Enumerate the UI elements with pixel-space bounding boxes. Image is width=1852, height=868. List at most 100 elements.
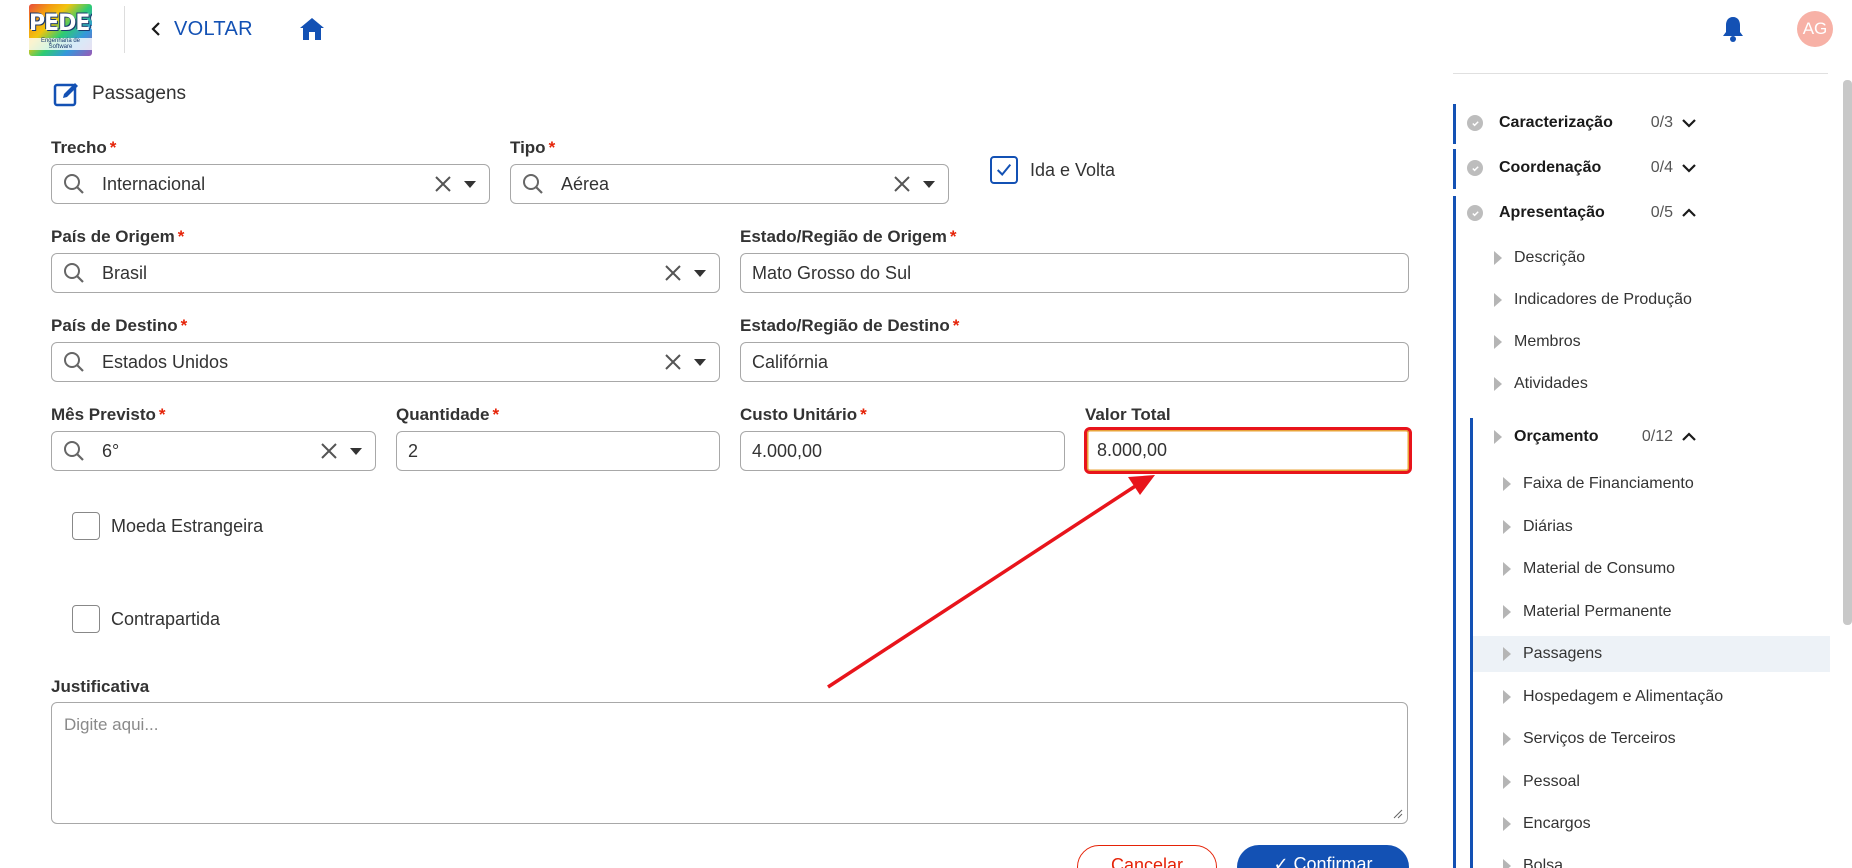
caret-right-icon <box>1503 732 1511 746</box>
sidebar-section-count: 0/5 <box>1650 204 1673 221</box>
trecho-value: Internacional <box>102 173 206 194</box>
custo-unitario-label: Custo Unitário * <box>740 405 867 424</box>
pais-origem-label: País de Origem * <box>51 227 185 246</box>
notifications-button[interactable] <box>1720 15 1746 43</box>
caret-right-icon <box>1494 251 1502 265</box>
estado-origem-value: Mato Grosso do Sul <box>752 262 912 283</box>
sidebar-section-count: 0/4 <box>1650 159 1673 176</box>
estado-origem-input[interactable]: Mato Grosso do Sul <box>740 253 1409 293</box>
sidebar-indicator <box>1453 104 1456 144</box>
caret-down-icon[interactable] <box>922 177 936 191</box>
sidebar-item-label: Material de Consumo <box>1523 560 1676 577</box>
quantidade-value: 2 <box>408 440 419 461</box>
sidebar-item-label: Encargos <box>1523 815 1591 832</box>
sidebar-item-bolsa[interactable]: Bolsa <box>1503 848 1783 868</box>
header-divider <box>124 6 125 53</box>
sidebar-item-servicos-terceiros[interactable]: Serviços de Terceiros <box>1503 721 1783 757</box>
sidebar-item-label: Bolsa <box>1523 857 1564 868</box>
sidebar-section-apresentacao[interactable]: Apresentação 0/5 <box>1467 193 1697 233</box>
moeda-estrangeira-label: Moeda Estrangeira <box>111 516 264 536</box>
sidebar-section-coordenacao[interactable]: Coordenação 0/4 <box>1467 148 1697 188</box>
edit-icon <box>53 83 78 107</box>
back-button[interactable]: VOLTAR <box>148 16 253 42</box>
mes-previsto-label: Mês Previsto * <box>51 405 166 424</box>
caret-right-icon <box>1494 430 1502 444</box>
mes-previsto-value: 6° <box>102 440 120 461</box>
search-icon <box>64 174 84 194</box>
sidebar-item-indicadores[interactable]: Indicadores de Produção <box>1494 282 1734 318</box>
sidebar-item-diarias[interactable]: Diárias <box>1503 509 1783 545</box>
chevron-down-icon <box>1682 119 1696 128</box>
resize-grip-icon[interactable] <box>1393 809 1403 819</box>
mes-previsto-select[interactable]: 6° <box>51 431 376 471</box>
bell-icon <box>1723 17 1743 42</box>
search-icon <box>523 174 543 194</box>
caret-down-icon[interactable] <box>349 444 363 458</box>
quantidade-input[interactable]: 2 <box>396 431 720 471</box>
sidebar-item-material-consumo[interactable]: Material de Consumo <box>1503 551 1783 587</box>
custo-unitario-value: 4.000,00 <box>752 440 823 461</box>
justificativa-textarea[interactable]: Digite aqui... <box>51 702 1408 824</box>
estado-destino-input[interactable]: Califórnia <box>740 342 1409 382</box>
sidebar-item-orcamento[interactable]: Orçamento 0/12 <box>1494 419 1697 455</box>
sidebar-item-membros[interactable]: Membros <box>1494 324 1734 360</box>
sidebar-item-atividades[interactable]: Atividades <box>1494 366 1734 402</box>
sidebar-item-label: Membros <box>1514 333 1581 350</box>
quantidade-label: Quantidade * <box>396 405 500 424</box>
sidebar-item-hospedagem[interactable]: Hospedagem e Alimentação <box>1503 679 1783 715</box>
sidebar-section-caracterizacao[interactable]: Caracterização 0/3 <box>1467 103 1697 143</box>
trecho-label: Trecho * <box>51 138 117 157</box>
caret-right-icon <box>1503 859 1511 868</box>
sidebar-item-label: Faixa de Financiamento <box>1523 475 1694 492</box>
estado-destino-label: Estado/Região de Destino * <box>740 316 960 335</box>
valor-total-label: Valor Total <box>1085 405 1171 424</box>
sidebar-item-encargos[interactable]: Encargos <box>1503 806 1783 842</box>
clear-icon[interactable] <box>433 174 453 194</box>
caret-down-icon[interactable] <box>693 355 707 369</box>
clear-icon[interactable] <box>892 174 912 194</box>
clear-icon[interactable] <box>663 263 683 283</box>
section-title-text: Passagens <box>92 83 187 104</box>
caret-right-icon <box>1503 520 1511 534</box>
user-avatar[interactable]: AG <box>1797 11 1833 47</box>
sidebar-item-label: Material Permanente <box>1523 603 1672 620</box>
caret-down-icon[interactable] <box>463 177 477 191</box>
sidebar-item-label: Passagens <box>1523 645 1603 662</box>
pais-origem-select[interactable]: Brasil <box>51 253 720 293</box>
sidebar-section-label: Caracterização <box>1499 114 1613 131</box>
pais-destino-select[interactable]: Estados Unidos <box>51 342 720 382</box>
confirm-button[interactable]: ✓ Confirmar <box>1237 845 1409 868</box>
valor-total-input[interactable]: 8.000,00 <box>1084 427 1412 474</box>
logo-subtitle: Engenharia de Software <box>29 38 92 50</box>
sidebar-item-material-permanente[interactable]: Material Permanente <box>1503 594 1783 630</box>
pais-destino-value: Estados Unidos <box>102 351 229 372</box>
estado-origem-label: Estado/Região de Origem * <box>740 227 957 246</box>
sidebar-scrollbar[interactable] <box>1843 80 1852 625</box>
sidebar-item-label: Orçamento <box>1514 428 1599 445</box>
contrapartida-label: Contrapartida <box>111 609 221 629</box>
chevron-left-icon <box>151 22 160 36</box>
clear-icon[interactable] <box>663 352 683 372</box>
logo-text: PEDES <box>29 11 92 36</box>
clear-icon[interactable] <box>319 441 339 461</box>
sidebar-item-descricao[interactable]: Descrição <box>1494 240 1734 276</box>
sidebar-item-passagens[interactable]: Passagens <box>1473 636 1830 672</box>
caret-right-icon <box>1494 335 1502 349</box>
trecho-select[interactable]: Internacional <box>51 164 490 204</box>
caret-down-icon[interactable] <box>693 266 707 280</box>
check-icon <box>996 163 1012 176</box>
sidebar-item-count: 0/12 <box>1641 428 1673 445</box>
status-dot-icon <box>1467 115 1483 131</box>
sidebar-section-label: Apresentação <box>1499 204 1605 221</box>
cancel-button[interactable]: Cancelar <box>1077 845 1217 868</box>
contrapartida-checkbox[interactable] <box>72 605 100 633</box>
tipo-select[interactable]: Aérea <box>510 164 949 204</box>
sidebar-indicator <box>1453 196 1456 868</box>
custo-unitario-input[interactable]: 4.000,00 <box>740 431 1065 471</box>
sidebar-item-pessoal[interactable]: Pessoal <box>1503 764 1783 800</box>
sidebar-item-faixa-financiamento[interactable]: Faixa de Financiamento <box>1503 466 1783 502</box>
ida-volta-checkbox[interactable] <box>990 156 1018 184</box>
moeda-estrangeira-checkbox[interactable] <box>72 512 100 540</box>
home-button[interactable] <box>298 16 326 42</box>
tipo-label: Tipo * <box>510 138 556 157</box>
